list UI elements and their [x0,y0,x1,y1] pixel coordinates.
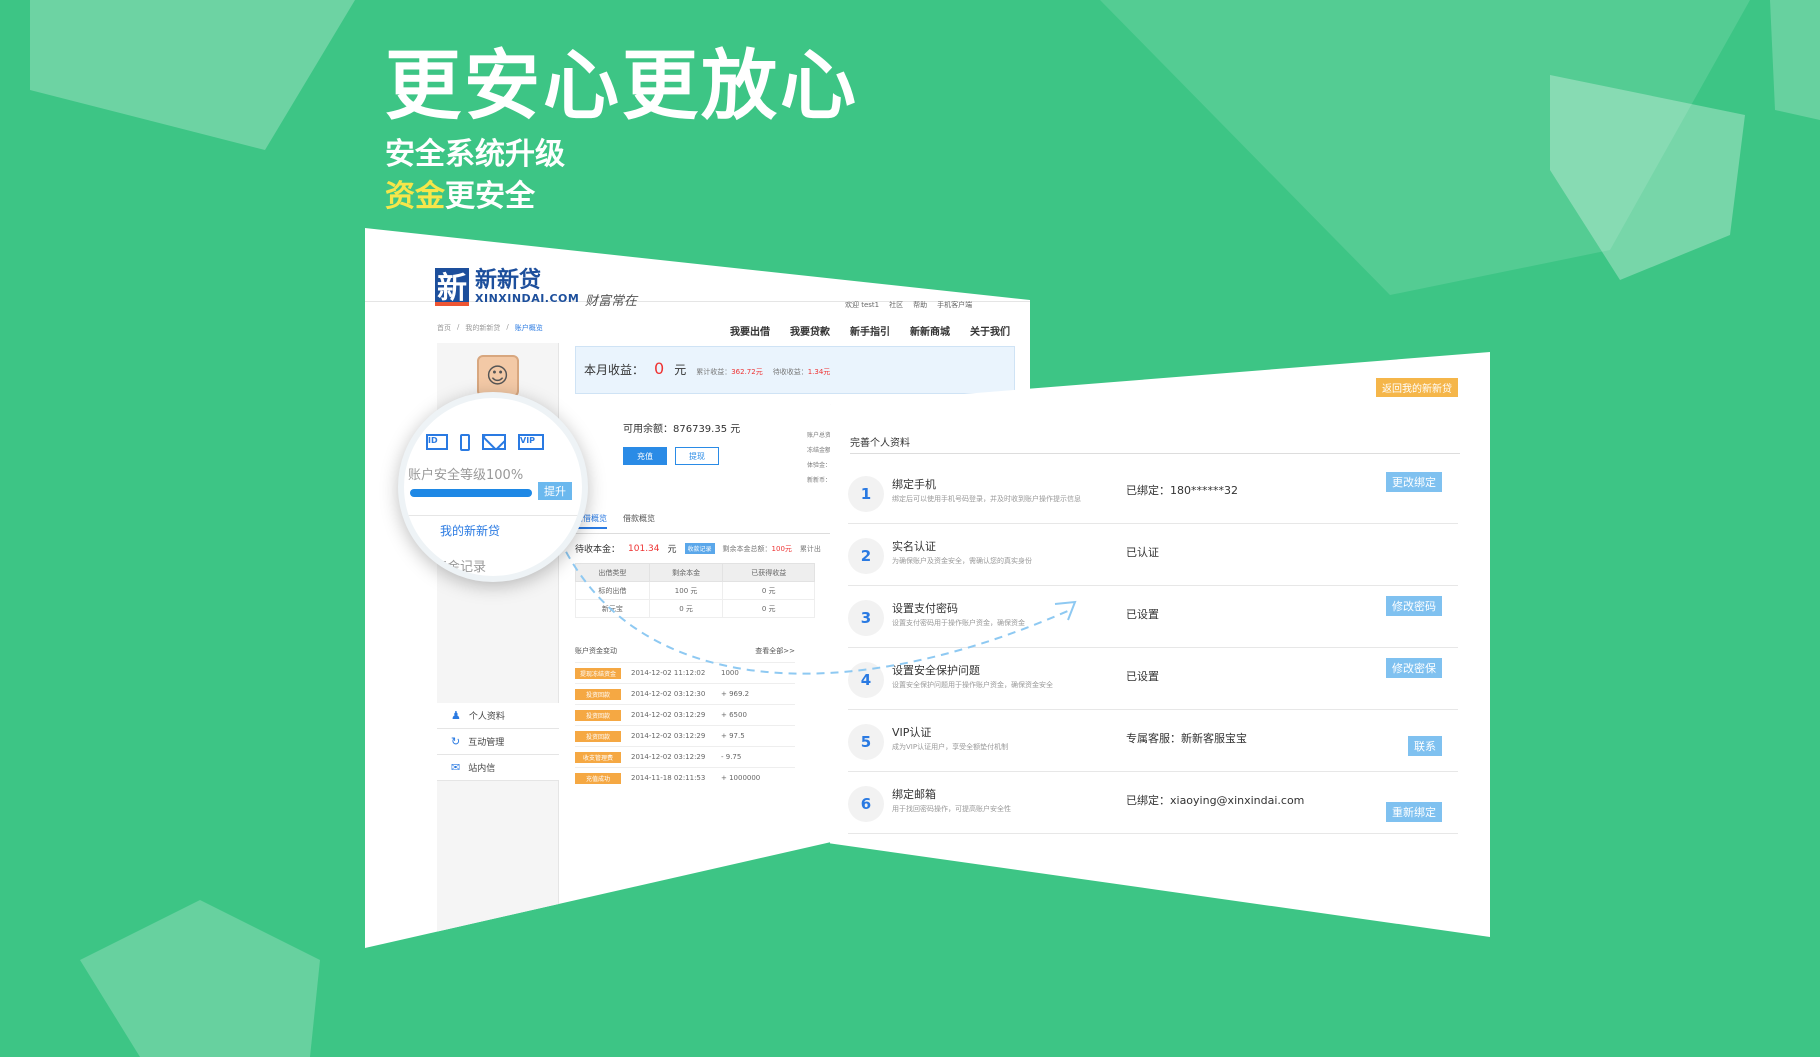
rebind-email-button[interactable]: 重新绑定 [1386,802,1442,822]
hero-line1: 安全系统升级 [385,137,565,172]
list-item: 5 VIP认证 成为VIP认证用户，享受全额垫付机制 专属客服：新新客服宝宝 联… [848,712,1458,772]
mail-icon [482,434,506,450]
hero-highlight: 资金 [385,179,445,214]
mail-icon: ✉ [451,761,461,774]
change-security-question-button[interactable]: 修改密保 [1386,658,1442,678]
site-logo[interactable]: 新 新新贷 XINXINDAI.COM [435,268,579,306]
sidebar-item-interaction[interactable]: ↻ 互动管理 [437,729,559,755]
withdraw-button[interactable]: 提现 [675,447,719,465]
side-menu: ♟ 个人资料 ↻ 互动管理 ✉ 站内信 [437,703,559,781]
breadcrumb: 首页 / 我的新新贷 / 账户概览 [437,323,543,333]
contact-button[interactable]: 联系 [1408,736,1442,756]
fund-flow: 账户资金变动 查看全部>> 提现冻结资金 2014-12-02 11:12:02 1… [575,646,795,788]
nav-mall[interactable]: 新新商城 [910,323,950,338]
income-box: 本月收益： 0 元 累计收益：362.72元 待收收益：1.34元 [575,346,1015,394]
lend-table: 出借类型 剩余本金 已获得收益 标的出借 100 元0 元 新元宝 0 元0 元 [575,563,815,618]
nav-loan[interactable]: 我要贷款 [790,323,830,338]
fund-flow-title: 账户资金变动 [575,647,617,655]
topbar-help[interactable]: 帮助 [913,300,927,310]
list-item: 4 设置安全保护问题 设置安全保护问题用于操作账户资金，确保资金安全 已设置 修… [848,650,1458,710]
receipt-record-tag[interactable]: 收款记录 [684,543,715,554]
logo-en: XINXINDAI.COM [475,291,580,305]
return-my-account-button[interactable]: 返回我的新新贷 [1376,378,1458,397]
list-item: 3 设置支付密码 设置支付密码用于操作账户资金，确保资金 已设置 修改密码 [848,588,1458,648]
topbar-mobile-app[interactable]: 手机客户端 [937,300,972,310]
profile-completion-screen: 返回我的新新贷 完善个人资料 1 绑定手机 绑定后可以使用手机号码登录，并及时收… [830,352,1490,937]
view-all-link[interactable]: 查看全部>> [755,646,795,656]
list-item: 2 实名认证 为确保账户及资金安全，需确认您的真实身份 已认证 [848,526,1458,586]
nav-lend[interactable]: 我要出借 [730,323,770,338]
nav-guide[interactable]: 新手指引 [850,323,890,338]
id-card-icon: ID [426,434,448,450]
month-income: 0 [654,359,665,378]
security-level: 账户安全等级100% [408,468,524,483]
top-bar: 欢迎 test1 社区 帮助 手机客户端 [845,300,972,310]
upgrade-button[interactable]: 提升 [538,482,572,500]
list-item: 收支管理费 2014-12-02 03:12:29- 9.75 [575,746,795,767]
table-row: 标的出借 100 元0 元 [575,581,815,600]
topbar-community[interactable]: 社区 [889,300,903,310]
hero-title: 更安心更放心 [385,41,859,130]
sidebar-item-profile[interactable]: ♟ 个人资料 [437,703,559,729]
user-icon: ♟ [451,709,461,722]
phone-icon [460,434,470,451]
fund-record-link[interactable]: 资金记录 [434,556,486,575]
change-password-button[interactable]: 修改密码 [1386,596,1442,616]
nav-about[interactable]: 关于我们 [970,323,1010,338]
breadcrumb-current: 账户概览 [514,324,543,332]
list-item: 投资回款 2014-12-02 03:12:30 + 969.2 [575,683,795,704]
slogan: 财富常在 [585,294,638,309]
security-magnifier: ID VIP 账户安全等级100% 提升 我的新新贷 资金记录 [398,392,588,582]
list-item: 投资回款 2014-12-02 03:12:29 + 97.5 [575,725,795,746]
security-icons: ID VIP [426,434,544,451]
list-item: 6 绑定邮箱 用于找回密码操作，可提高账户安全性 已绑定：xiaoying@xi… [848,774,1458,834]
list-item: 投资回款 2014-12-02 03:12:29 + 6500 [575,704,795,725]
logo-cn: 新新贷 [475,267,542,293]
list-item: 充值成功 2014-11-18 02:11:53 + 1000000 [575,767,795,788]
change-binding-button[interactable]: 更改绑定 [1386,472,1442,492]
security-progress-bar [410,489,532,497]
welcome-user[interactable]: 欢迎 test1 [845,300,879,310]
main-nav: 我要出借 我要贷款 新手指引 新新商城 关于我们 [730,323,1010,338]
list-item: 提现冻结资金 2014-12-02 11:12:02 1000 [575,662,795,683]
table-row: 新元宝 0 元0 元 [575,599,815,618]
avatar[interactable]: ☺ [476,355,519,397]
recharge-button[interactable]: 充值 [623,447,667,465]
hero-line2: 资金更安全 [385,176,859,218]
refresh-icon: ↻ [451,735,461,748]
hero: 更安心更放心 安全系统升级 资金更安全 [385,38,859,218]
vip-icon: VIP [518,434,544,450]
tab-loan-overview[interactable]: 借款概览 [623,513,655,529]
sidebar-item-messages[interactable]: ✉ 站内信 [437,755,559,781]
hero-line2-rest: 更安全 [445,179,535,214]
breadcrumb-my[interactable]: 我的新新贷 [465,323,500,333]
list-item: 1 绑定手机 绑定后可以使用手机号码登录，并及时收到账户操作提示信息 已绑定：1… [848,464,1458,524]
my-account-link[interactable]: 我的新新贷 [440,522,500,539]
section-title: 完善个人资料 [850,434,1460,454]
logo-mark: 新 [435,268,469,306]
breadcrumb-home[interactable]: 首页 [437,323,451,333]
